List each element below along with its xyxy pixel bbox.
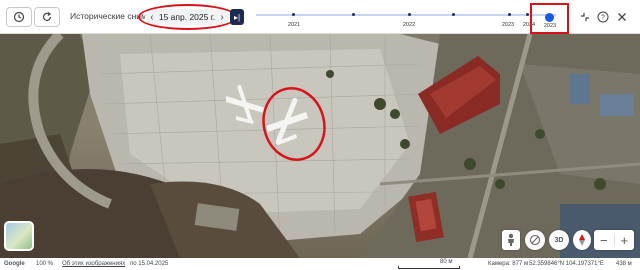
timeline-tick[interactable] xyxy=(508,13,511,16)
zoom-controls: − + xyxy=(594,230,634,250)
pegman-icon xyxy=(508,233,514,246)
coordinates: 52.359846°N 104.197371°E xyxy=(529,261,604,267)
timeline-track xyxy=(256,14,556,16)
timeline-tick[interactable] xyxy=(352,13,355,16)
collapse-button[interactable] xyxy=(577,9,593,25)
svg-text:?: ? xyxy=(601,15,605,22)
ground-elevation: 438 м xyxy=(616,261,632,267)
timeline-year-label: 2023 xyxy=(501,22,515,28)
help-icon: ? xyxy=(597,11,609,23)
imagery-date: по 15.04.2025 xyxy=(130,261,169,267)
timeline-slider[interactable]: 2021 2022 2023 2024 xyxy=(256,7,556,28)
close-icon xyxy=(618,13,626,21)
compass-icon xyxy=(579,234,585,246)
historical-imagery-toolbar: Исторические снимки ‹ 15 апр. 2025 г. › … xyxy=(0,0,640,34)
camera-altitude: Камера: 877 м xyxy=(488,261,529,267)
history-icon xyxy=(13,11,25,23)
scale-label: 80 м xyxy=(440,259,453,265)
year-highlight-annotation xyxy=(530,3,569,34)
satellite-map[interactable] xyxy=(0,34,640,258)
collapse-icon xyxy=(581,13,589,21)
refresh-icon xyxy=(42,12,52,21)
zoom-out-button[interactable]: − xyxy=(594,230,614,250)
north-compass-button[interactable] xyxy=(573,230,591,250)
zoom-in-button[interactable]: + xyxy=(615,230,635,250)
3d-toggle-button[interactable]: 3D xyxy=(549,230,569,250)
timeline-tick[interactable] xyxy=(526,13,529,16)
street-view-button[interactable] xyxy=(502,230,520,250)
timeline-tick[interactable] xyxy=(452,13,455,16)
google-logo: Google xyxy=(4,261,25,267)
timeline-year-label: 2022 xyxy=(402,22,416,28)
about-images-link[interactable]: Об этих изображениях xyxy=(62,261,125,267)
map-layer-switcher[interactable] xyxy=(4,221,34,251)
zoom-level: 100 % xyxy=(36,261,54,267)
map-imagery xyxy=(0,34,640,258)
close-button[interactable] xyxy=(614,9,630,25)
help-button[interactable]: ? xyxy=(595,9,611,25)
compass-rotate-icon xyxy=(529,234,541,246)
refresh-button[interactable] xyxy=(34,7,60,27)
status-bar: Google 100 % Об этих изображениях по 15.… xyxy=(0,258,640,270)
timeline-tick[interactable] xyxy=(408,13,411,16)
scale-bar xyxy=(398,266,460,269)
history-toggle-button[interactable] xyxy=(6,7,32,27)
date-highlight-annotation xyxy=(138,4,237,30)
timeline-tick[interactable] xyxy=(292,13,295,16)
tilt-button[interactable] xyxy=(525,230,545,250)
skip-to-latest-button[interactable]: ▸| xyxy=(230,9,244,25)
timeline-year-label: 2021 xyxy=(287,22,301,28)
